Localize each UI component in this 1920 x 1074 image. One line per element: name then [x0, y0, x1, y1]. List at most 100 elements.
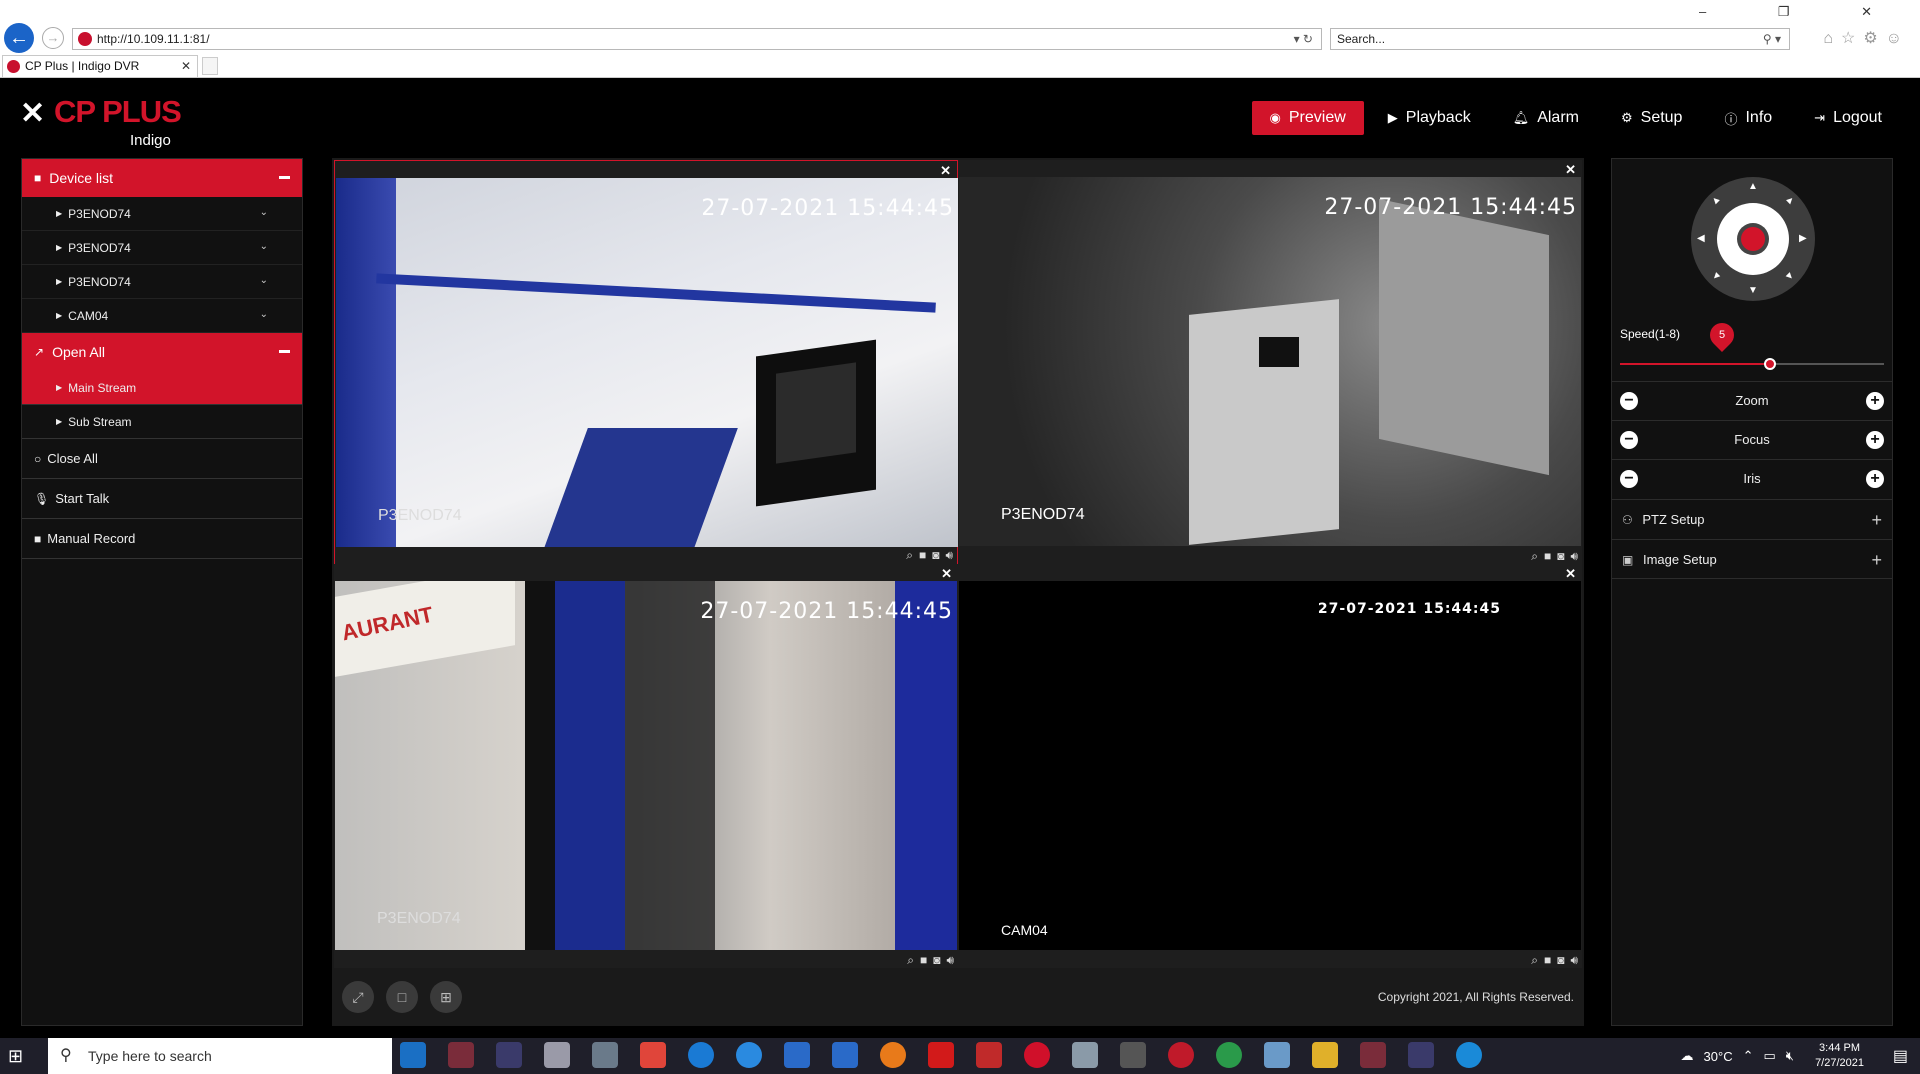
window-controls[interactable]: – ❐ ✕	[1699, 4, 1906, 20]
app-icon[interactable]	[736, 1042, 762, 1068]
audio-icon[interactable]: 🔊︎	[1570, 953, 1578, 968]
focus-plus-icon[interactable]: +	[1866, 431, 1884, 449]
chevron-down-icon[interactable]: ⌄	[260, 241, 268, 252]
back-button[interactable]: ←	[4, 23, 34, 53]
zoom-icon[interactable]: ⌕	[1531, 953, 1538, 968]
address-bar[interactable]: http://10.109.11.1:81/ ▾ ↻	[72, 28, 1322, 50]
down-right-arrow-icon[interactable]: ▼	[1783, 269, 1798, 284]
audio-icon[interactable]: 🔊︎	[1570, 549, 1578, 564]
close-icon[interactable]: ✕	[941, 566, 952, 582]
single-view-icon[interactable]: □	[386, 981, 418, 1013]
new-tab-button[interactable]	[202, 57, 218, 75]
open-all-header[interactable]: ↗ Open All	[22, 333, 302, 371]
outlook-app-icon[interactable]	[400, 1042, 426, 1068]
refresh-icon[interactable]: ▾ ↻	[1294, 29, 1313, 49]
device-list-header[interactable]: ■ Device list	[22, 159, 302, 197]
app-icon[interactable]	[496, 1042, 522, 1068]
expand-icon[interactable]: +	[1871, 500, 1882, 540]
notification-icon[interactable]: ▤	[1893, 1046, 1908, 1066]
record-icon[interactable]: ■	[1544, 953, 1551, 967]
ptz-center[interactable]	[1717, 203, 1789, 275]
snapshot-icon[interactable]: ◙	[932, 548, 939, 562]
browser-search-input[interactable]: Search... ⚲ ▾	[1330, 28, 1790, 50]
network-icon[interactable]: ▭	[1764, 1048, 1776, 1064]
nav-info[interactable]: ⓘ Info	[1706, 101, 1790, 135]
speed-slider[interactable]	[1620, 358, 1884, 370]
video-cell[interactable]: ✕ 27-07-2021 15:44:45 P3ENOD74 ⌕ ■ ◙ 🔊︎	[958, 160, 1582, 566]
weather-temp[interactable]: 30°C	[1704, 1049, 1733, 1064]
down-left-arrow-icon[interactable]: ▼	[1709, 269, 1724, 284]
start-talk-button[interactable]: 🎙︎ Start Talk	[22, 479, 302, 519]
settings-app-icon[interactable]	[1120, 1042, 1146, 1068]
close-icon[interactable]: ✕	[940, 163, 951, 179]
image-setup-row[interactable]: ▣ Image Setup +	[1612, 539, 1892, 579]
firefox-app-icon[interactable]	[880, 1042, 906, 1068]
iris-plus-icon[interactable]: +	[1866, 470, 1884, 488]
chevron-down-icon[interactable]: ⌄	[260, 309, 268, 320]
expand-icon[interactable]: +	[1871, 540, 1882, 580]
record-icon[interactable]: ■	[920, 953, 927, 967]
nav-playback[interactable]: ▶ Playback	[1370, 101, 1489, 135]
forward-button[interactable]: →	[42, 27, 64, 49]
weather-icon[interactable]: ☁	[1681, 1048, 1694, 1064]
zoom-icon[interactable]: ⌕	[906, 548, 913, 563]
app-icon[interactable]	[832, 1042, 858, 1068]
nav-alarm[interactable]: 🔔︎ Alarm	[1495, 101, 1597, 135]
chevron-down-icon[interactable]: ⌄	[260, 207, 268, 218]
device-item[interactable]: ▶ CAM04 ⌄	[22, 299, 302, 333]
down-arrow-icon[interactable]: ▼	[1748, 285, 1758, 296]
audio-icon[interactable]: 🔊︎	[946, 953, 954, 968]
browser-toolbar-icons[interactable]: ⌂☆⚙☺	[1823, 28, 1910, 48]
quad-view-icon[interactable]: ⊞	[430, 981, 462, 1013]
windows-start-icon[interactable]: ⊞	[8, 1046, 28, 1066]
close-all-button[interactable]: ○ Close All	[22, 439, 302, 479]
stream-main[interactable]: ▶ Main Stream	[22, 371, 302, 405]
video-cell[interactable]: ✕ 27-07-2021 15:44:45 P3ENOD74 ⌕ ■ ◙ 🔊︎	[334, 160, 958, 566]
snapshot-icon[interactable]: ◙	[1557, 549, 1564, 563]
volume-icon[interactable]: 🔇︎	[1786, 1048, 1794, 1064]
snapshot-icon[interactable]: ◙	[1557, 953, 1564, 967]
tray-chevron-icon[interactable]: ⌃	[1743, 1048, 1754, 1064]
record-icon[interactable]: ■	[1544, 549, 1551, 563]
app-icon[interactable]	[640, 1042, 666, 1068]
chevron-down-icon[interactable]: ⌄	[260, 275, 268, 286]
app-icon[interactable]	[592, 1042, 618, 1068]
app-icon[interactable]	[1408, 1042, 1434, 1068]
browser-tab[interactable]: CP Plus | Indigo DVR ✕	[2, 55, 198, 77]
up-left-arrow-icon[interactable]: ▲	[1709, 193, 1724, 208]
camera-feed[interactable]: 27-07-2021 15:44:45 P3ENOD74	[959, 177, 1581, 546]
collapse-icon[interactable]	[279, 176, 290, 179]
file-explorer-icon[interactable]	[1312, 1042, 1338, 1068]
fullscreen-icon[interactable]: ⤢	[342, 981, 374, 1013]
snapshot-icon[interactable]: ◙	[933, 953, 940, 967]
record-icon[interactable]: ■	[919, 548, 926, 562]
video-cell[interactable]: ✕ 27-07-2021 15:44:45 CAM04 ⌕ ■ ◙ 🔊︎	[958, 564, 1582, 970]
app-icon[interactable]	[1024, 1042, 1050, 1068]
manual-record-button[interactable]: ■ Manual Record	[22, 519, 302, 559]
up-right-arrow-icon[interactable]: ▲	[1783, 193, 1798, 208]
ptz-setup-row[interactable]: ⚇ PTZ Setup +	[1612, 499, 1892, 539]
collapse-icon[interactable]	[279, 350, 290, 353]
nav-preview[interactable]: ◉ Preview	[1251, 101, 1364, 135]
device-item[interactable]: ▶ P3ENOD74 ⌄	[22, 231, 302, 265]
close-icon[interactable]: ✕	[1565, 162, 1576, 178]
close-tab-icon[interactable]: ✕	[181, 56, 191, 76]
left-arrow-icon[interactable]: ◀	[1697, 233, 1705, 244]
taskbar-search[interactable]: ⚲ Type here to search	[48, 1038, 392, 1074]
app-icon[interactable]	[448, 1042, 474, 1068]
speed-slider-knob[interactable]	[1764, 358, 1777, 370]
close-icon[interactable]: ✕	[1565, 566, 1576, 582]
app-icon[interactable]	[544, 1042, 570, 1068]
app-icon[interactable]	[1264, 1042, 1290, 1068]
video-cell[interactable]: ✕ AURANT 27-07-2021 15:44:45 P3ENOD74 ⌕ …	[334, 564, 958, 970]
app-icon[interactable]	[928, 1042, 954, 1068]
stream-sub[interactable]: ▶ Sub Stream	[22, 405, 302, 439]
camera-feed[interactable]: AURANT 27-07-2021 15:44:45 P3ENOD74	[335, 581, 957, 950]
internet-explorer-icon[interactable]	[1456, 1042, 1482, 1068]
zoom-in-icon[interactable]: +	[1866, 392, 1884, 410]
skype-app-icon[interactable]	[688, 1042, 714, 1068]
app-icon[interactable]	[1168, 1042, 1194, 1068]
search-icon[interactable]: ⚲ ▾	[1763, 29, 1781, 49]
nav-logout[interactable]: ⇥ Logout	[1796, 101, 1900, 135]
device-item[interactable]: ▶ P3ENOD74 ⌄	[22, 197, 302, 231]
